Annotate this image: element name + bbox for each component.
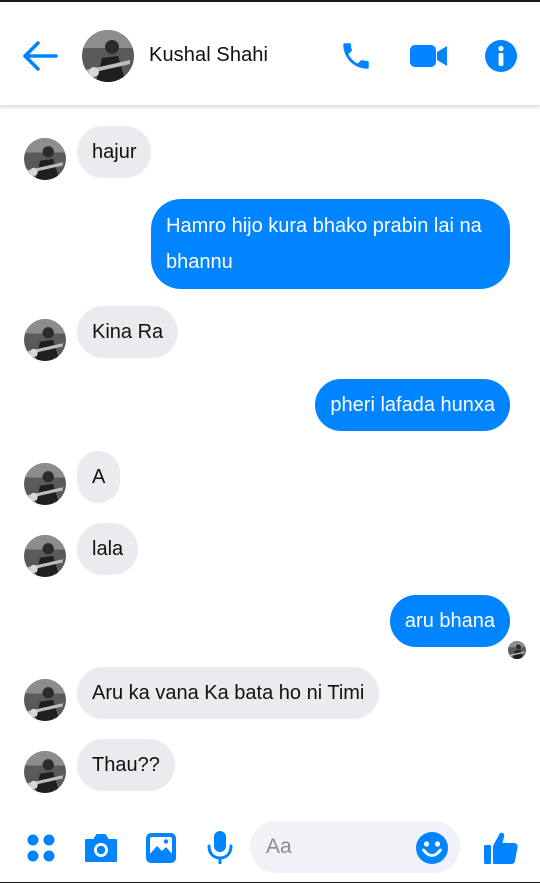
incoming-message-bubble[interactable]: A <box>77 451 121 503</box>
incoming-message-bubble[interactable]: Thau?? <box>77 739 175 791</box>
messenger-window: Kushal Shahi hajur Hamro hijo kura bhako… <box>0 0 540 883</box>
phone-icon <box>343 43 369 69</box>
sender-avatar <box>24 138 66 180</box>
grid-dots-icon <box>27 834 55 862</box>
message-input[interactable] <box>266 831 406 863</box>
gallery-button[interactable] <box>144 828 178 868</box>
incoming-message-bubble[interactable]: hajur <box>77 126 152 178</box>
more-actions-button[interactable] <box>24 828 58 868</box>
camera-icon <box>85 834 117 862</box>
sender-avatar <box>24 751 66 793</box>
microphone-icon <box>207 831 233 864</box>
thumbs-up-icon <box>484 832 518 864</box>
incoming-message-bubble[interactable]: Aru ka vana Ka bata ho ni Timi <box>77 667 380 719</box>
contact-name[interactable]: Kushal Shahi <box>149 44 268 67</box>
emoji-button[interactable] <box>415 831 449 865</box>
chat-header: Kushal Shahi <box>0 2 540 106</box>
sender-avatar <box>24 679 66 721</box>
image-icon <box>146 833 176 863</box>
video-camera-icon <box>410 45 447 67</box>
message-list[interactable]: hajur Hamro hijo kura bhako prabin lai n… <box>0 106 540 806</box>
smiley-icon <box>416 832 448 864</box>
seen-receipt-avatar <box>508 641 526 659</box>
back-button[interactable] <box>20 38 60 74</box>
voice-call-button[interactable] <box>336 36 376 76</box>
incoming-message-bubble[interactable]: Kina Ra <box>77 306 179 358</box>
outgoing-message-bubble[interactable]: Hamro hijo kura bhako prabin lai na bhan… <box>151 199 510 289</box>
contact-avatar[interactable] <box>82 30 134 82</box>
voice-clip-button[interactable] <box>204 828 236 868</box>
video-call-button[interactable] <box>408 36 450 76</box>
info-icon <box>485 40 517 72</box>
outgoing-message-bubble[interactable]: pheri lafada hunxa <box>315 379 510 431</box>
conversation-info-button[interactable] <box>482 36 520 76</box>
incoming-message-bubble[interactable]: lala <box>77 523 139 575</box>
composer-bar <box>0 814 540 882</box>
sender-avatar <box>24 535 66 577</box>
sender-avatar <box>24 319 66 361</box>
camera-button[interactable] <box>82 828 120 868</box>
like-button[interactable] <box>482 828 520 868</box>
message-input-container <box>250 821 460 873</box>
sender-avatar <box>24 463 66 505</box>
outgoing-message-bubble[interactable]: aru bhana <box>389 595 510 647</box>
arrow-left-icon <box>23 41 58 71</box>
